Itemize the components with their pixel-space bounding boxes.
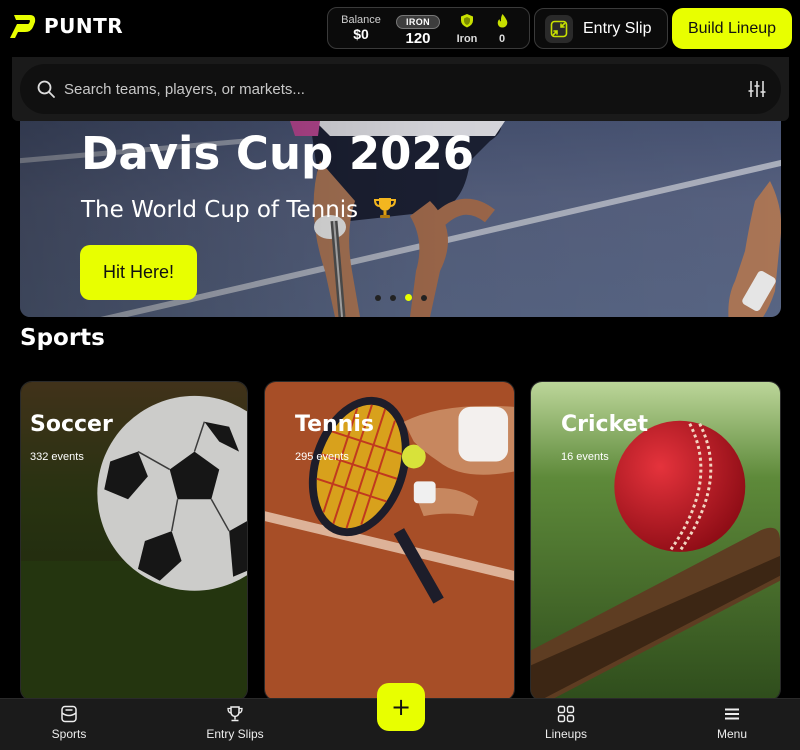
top-header: PUNTR Balance $0 IRON 120 Iron 0 Entry S… bbox=[0, 0, 800, 57]
puntr-logo-icon bbox=[10, 15, 36, 38]
balance-value: $0 bbox=[353, 26, 369, 42]
build-lineup-button[interactable]: Build Lineup bbox=[672, 8, 792, 49]
sport-card-name: Tennis bbox=[295, 412, 374, 437]
sport-card-cricket[interactable]: Cricket 16 events bbox=[530, 381, 781, 701]
trophy-icon bbox=[374, 198, 397, 218]
nav-item-entry-slips[interactable]: Entry Slips bbox=[180, 705, 290, 743]
sport-card-events: 295 events bbox=[295, 451, 349, 463]
carousel-dot[interactable] bbox=[421, 294, 427, 301]
streak-value: 0 bbox=[498, 33, 506, 45]
carousel-dots bbox=[375, 294, 427, 301]
entry-slip-button[interactable]: Entry Slip bbox=[534, 8, 668, 49]
trophy-icon bbox=[227, 706, 243, 722]
banner-subtitle-text: The World Cup of Tennis bbox=[81, 197, 359, 223]
balance-label: Balance bbox=[341, 14, 381, 26]
brand-name: PUNTR bbox=[44, 14, 124, 38]
banner-subtitle: The World Cup of Tennis bbox=[81, 196, 397, 223]
sport-card-tennis[interactable]: Tennis 295 events bbox=[264, 381, 515, 701]
brand-logo[interactable]: PUNTR bbox=[8, 12, 123, 40]
nav-item-lineups[interactable]: Lineups bbox=[511, 705, 621, 743]
nav-item-menu[interactable]: Menu bbox=[677, 705, 787, 743]
tier-points: 120 bbox=[405, 30, 431, 47]
nav-label: Menu bbox=[716, 727, 748, 741]
search-field[interactable] bbox=[20, 64, 781, 114]
collapse-arrows-icon bbox=[545, 14, 573, 43]
hit-here-button[interactable]: Hit Here! bbox=[80, 245, 197, 300]
balance-block: Balance $0 bbox=[336, 14, 386, 42]
search-input[interactable] bbox=[64, 64, 704, 114]
search-bar bbox=[12, 57, 789, 121]
tier-badge: IRON bbox=[395, 15, 441, 29]
sport-card-soccer[interactable]: Soccer 332 events bbox=[20, 381, 248, 701]
tier-name: Iron bbox=[456, 33, 478, 45]
carousel-dot[interactable] bbox=[375, 294, 381, 301]
fire-icon bbox=[497, 14, 507, 28]
promo-banner[interactable]: Davis Cup 2026 The World Cup of Tennis H… bbox=[20, 121, 781, 317]
carousel-dot-active[interactable] bbox=[405, 294, 412, 301]
nav-label: Lineups bbox=[544, 727, 588, 741]
plus-fab-button[interactable]: + bbox=[377, 683, 425, 731]
sport-card-name: Soccer bbox=[30, 412, 113, 437]
entry-slip-label: Entry Slip bbox=[583, 19, 652, 37]
nav-label: Sports bbox=[51, 727, 87, 741]
sports-section-title: Sports bbox=[20, 325, 105, 351]
sliders-icon[interactable] bbox=[747, 79, 767, 99]
nav-item-sports[interactable]: Sports bbox=[14, 705, 124, 743]
shield-icon bbox=[461, 14, 473, 28]
sports-icon bbox=[61, 705, 77, 723]
tier-block: IRON 120 bbox=[394, 12, 442, 47]
plus-icon: + bbox=[390, 693, 412, 721]
banner-title: Davis Cup 2026 bbox=[81, 127, 475, 180]
wallet-panel[interactable]: Balance $0 IRON 120 Iron 0 bbox=[327, 7, 530, 49]
tier-name-block: Iron bbox=[452, 13, 482, 45]
carousel-dot[interactable] bbox=[390, 294, 396, 301]
search-icon bbox=[37, 80, 55, 98]
nav-label: Entry Slips bbox=[206, 727, 264, 741]
sport-card-events: 332 events bbox=[30, 451, 84, 463]
sport-card-events: 16 events bbox=[561, 451, 609, 463]
menu-icon bbox=[725, 708, 739, 720]
grid-icon bbox=[557, 705, 575, 723]
sport-card-name: Cricket bbox=[561, 412, 649, 437]
streak-block: 0 bbox=[490, 13, 514, 45]
